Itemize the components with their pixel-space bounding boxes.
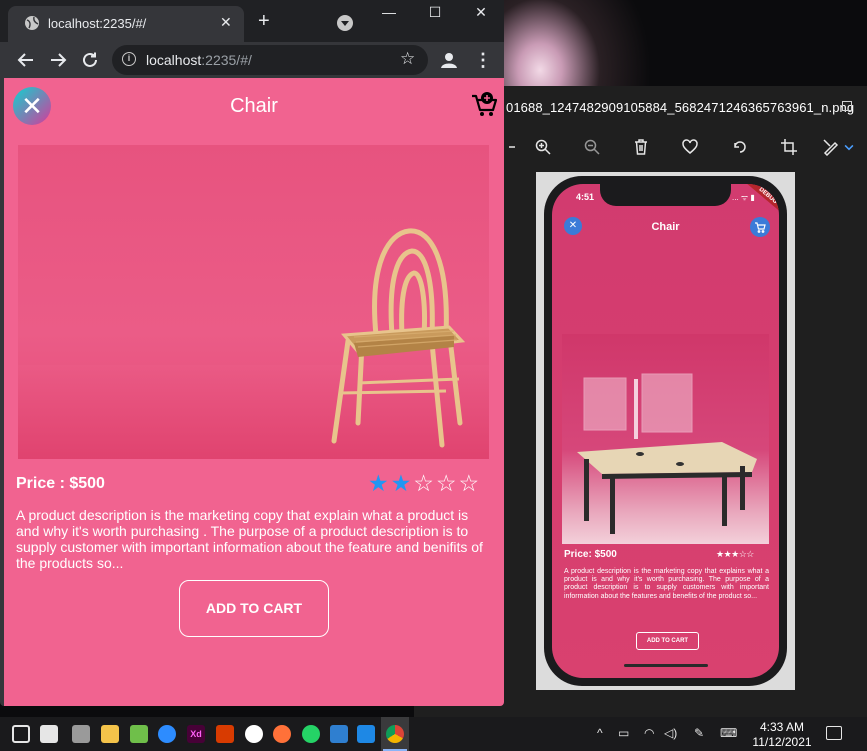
delete-icon[interactable] — [628, 134, 654, 160]
adobe-xd-icon[interactable]: Xd — [187, 725, 205, 743]
product-price: Price : $500 — [16, 475, 105, 492]
file-explorer-icon[interactable] — [101, 725, 119, 743]
tab-strip: localhost:2235/#/ ✕ + — ☐ ✕ — [0, 0, 504, 42]
browser-toolbar: i localhost:2235/#/ ☆ ⋮ — [0, 42, 504, 78]
maximize-button[interactable]: ☐ — [424, 4, 446, 22]
phone-product-image — [562, 334, 769, 544]
phone-time: 4:51 — [576, 192, 595, 202]
battery-icon[interactable]: ▭ — [618, 726, 629, 740]
notion-icon[interactable] — [245, 725, 263, 743]
forward-arrow-icon[interactable] — [46, 48, 70, 72]
bookmark-star-icon[interactable]: ☆ — [400, 49, 415, 69]
star-empty-icon[interactable]: ☆ — [413, 471, 434, 495]
tab-search-icon[interactable] — [337, 15, 353, 31]
notification-icon[interactable] — [826, 726, 842, 740]
phone-screenshot-image: 4:51 ... ᯤ ▮ DEBUG ✕ Chair Price: $500 ★… — [536, 172, 795, 690]
task-view-icon[interactable] — [12, 725, 30, 743]
chrome-icon[interactable] — [386, 725, 404, 743]
product-description: A product description is the marketing c… — [16, 507, 483, 571]
pen-icon[interactable]: ✎ — [694, 726, 704, 740]
rotate-icon[interactable] — [727, 134, 753, 160]
phone-title: Chair — [651, 221, 680, 233]
zoom-icon[interactable] — [158, 725, 176, 743]
chair-illustration — [331, 228, 466, 448]
crop-icon[interactable] — [776, 134, 802, 160]
rating-stars[interactable]: ★ ★ ☆ ☆ ☆ — [368, 471, 479, 495]
phone-price: Price: $500 — [564, 549, 617, 560]
phone-add-to-cart: ADD TO CART — [636, 632, 699, 650]
firefox-icon[interactable] — [273, 725, 291, 743]
star-filled-icon[interactable]: ★ — [391, 471, 412, 495]
vscode-icon[interactable] — [357, 725, 375, 743]
add-to-cart-button[interactable]: ADD TO CART — [179, 580, 329, 637]
phone-mockup: 4:51 ... ᯤ ▮ DEBUG ✕ Chair Price: $500 ★… — [544, 176, 787, 686]
tab-title: localhost:2235/#/ — [48, 16, 147, 31]
zoom-in-icon[interactable] — [530, 134, 556, 160]
calculator-icon[interactable] — [72, 725, 90, 743]
photos-icon[interactable] — [330, 725, 348, 743]
profile-icon[interactable] — [438, 49, 460, 71]
tab-close-icon[interactable]: ✕ — [220, 14, 232, 31]
reload-icon[interactable] — [78, 48, 102, 72]
system-clock[interactable]: 4:33 AM 11/12/2021 — [752, 720, 812, 750]
shopping-cart-icon[interactable] — [471, 92, 498, 118]
page-title: Chair — [230, 95, 278, 117]
favorite-heart-icon[interactable] — [677, 134, 703, 160]
app-page: ✕ Chair Price: $500 ★ ★ ☆ ☆ ☆ A product… — [4, 78, 504, 706]
phone-cart-icon — [750, 217, 770, 237]
phone-status-icons: ... ᯤ ▮ — [732, 193, 755, 202]
phone-rating-stars: ★★★☆☆ — [716, 549, 754, 559]
star-empty-icon[interactable]: ☆ — [459, 471, 480, 495]
keyboard-icon[interactable]: ⌨ — [720, 726, 737, 740]
star-empty-icon[interactable]: ☆ — [436, 471, 457, 495]
url-text[interactable]: localhost:2235/#/ — [146, 52, 252, 68]
chevron-down-icon[interactable] — [842, 134, 856, 160]
bluestacks-icon[interactable] — [130, 725, 148, 743]
browser-menu-icon[interactable]: ⋮ — [474, 49, 492, 71]
phone-description: A product description is the marketing c… — [564, 568, 769, 600]
windows-taskbar: Xd ^ ▭ ◠ ◁) ✎ ⌨ 4:33 AM 11/12/2021 — [0, 717, 867, 751]
product-image — [18, 145, 489, 459]
office-icon[interactable] — [216, 725, 234, 743]
volume-icon[interactable]: ◁) — [664, 726, 677, 740]
star-filled-icon[interactable]: ★ — [368, 471, 389, 495]
wifi-icon[interactable]: ◠ — [644, 726, 654, 740]
zoom-out-icon[interactable] — [579, 134, 605, 160]
back-arrow-icon[interactable] — [14, 48, 38, 72]
url-host: localhost — [146, 52, 202, 68]
new-tab-button[interactable]: + — [258, 11, 270, 31]
clock-date: 11/12/2021 — [752, 735, 812, 749]
browser-tab[interactable]: localhost:2235/#/ ✕ — [8, 6, 244, 42]
address-bar[interactable]: i localhost:2235/#/ ☆ — [112, 45, 428, 75]
tray-chevron-icon[interactable]: ^ — [597, 726, 603, 740]
site-info-icon[interactable]: i — [122, 52, 136, 66]
viewer-maximize-button[interactable] — [842, 101, 852, 111]
globe-icon — [24, 15, 40, 31]
viewer-file-title: 01688_1247482909105884_56824712463657639… — [506, 100, 855, 115]
phone-notch — [600, 184, 731, 206]
whatsapp-icon[interactable] — [302, 725, 320, 743]
clock-time: 4:33 AM — [759, 720, 805, 734]
browser-window: localhost:2235/#/ ✕ + — ☐ ✕ i localhost:… — [0, 0, 504, 706]
minimize-button[interactable]: — — [378, 4, 400, 22]
url-path: :2235/#/ — [201, 52, 252, 68]
window-close-button[interactable]: ✕ — [470, 4, 492, 22]
app-window-icon[interactable] — [40, 725, 58, 743]
edit-draw-icon[interactable] — [818, 134, 844, 160]
phone-screen: 4:51 ... ᯤ ▮ DEBUG ✕ Chair Price: $500 ★… — [552, 184, 779, 678]
phone-home-indicator — [624, 664, 708, 667]
